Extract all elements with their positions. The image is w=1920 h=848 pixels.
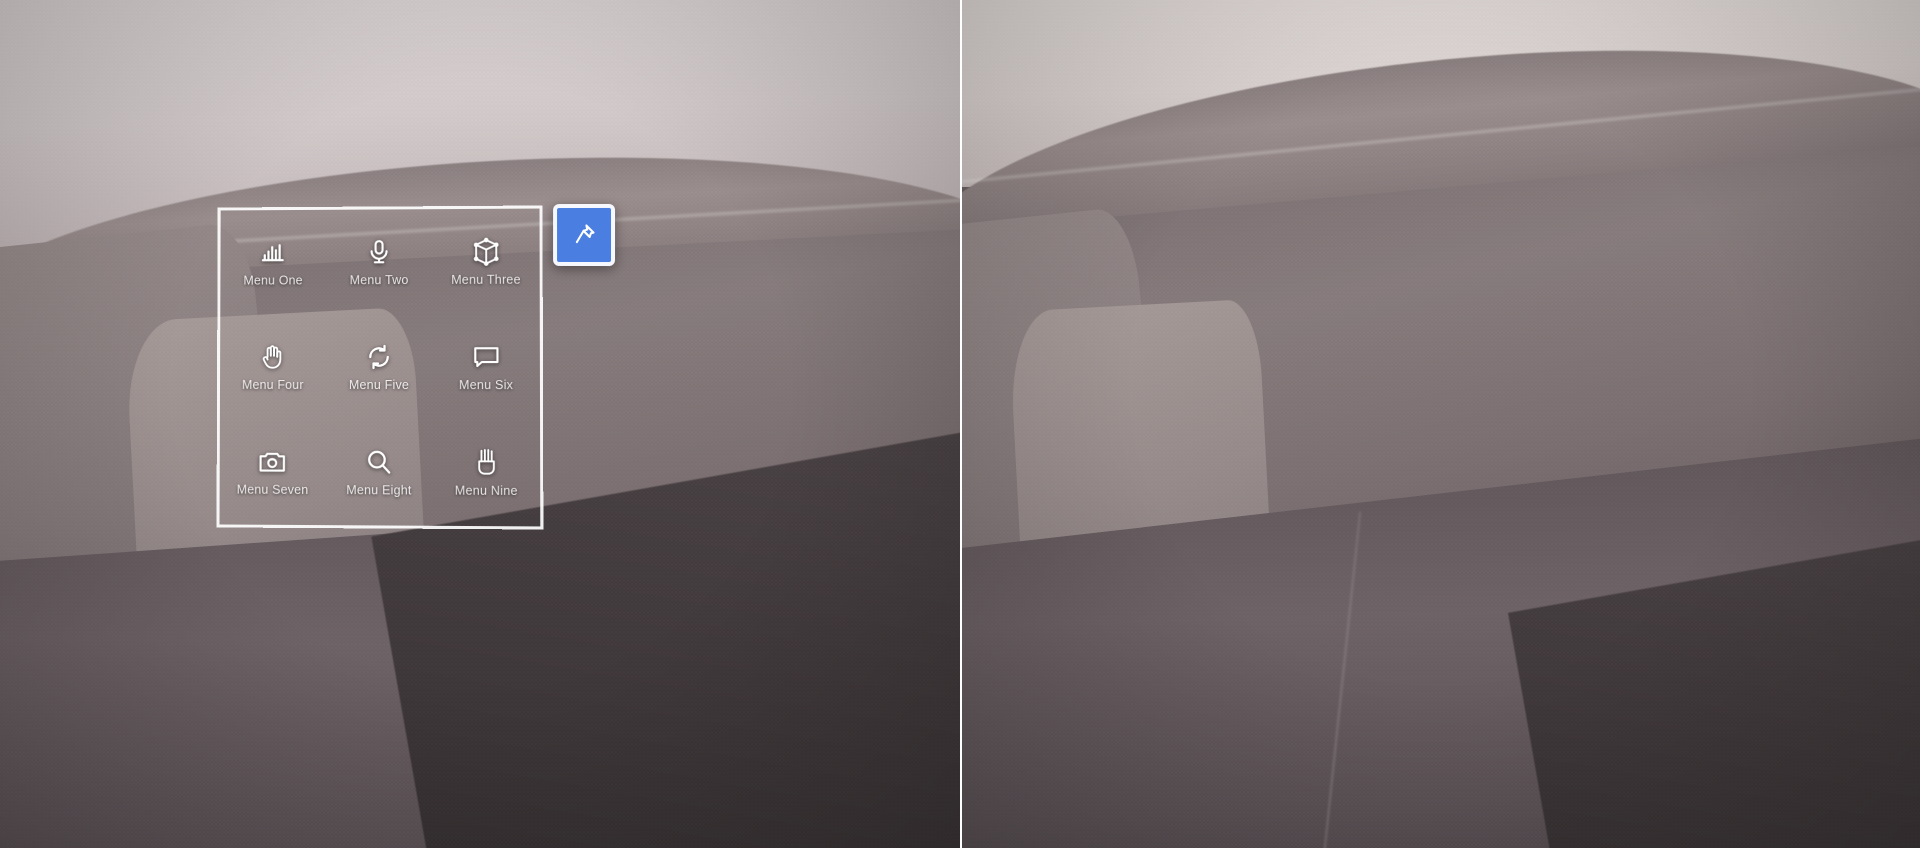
pane-transparent: Menu One Menu Two Menu Three Menu Four M… xyxy=(0,0,960,848)
holographic-menu-panel-transparent[interactable]: Menu One Menu Two Menu Three Menu Four M… xyxy=(216,205,544,530)
menu-item-label: Menu Nine xyxy=(454,483,518,499)
menu-item-three[interactable]: Menu Three xyxy=(432,209,539,315)
comparison-divider xyxy=(960,0,962,848)
menu-item-four[interactable]: Menu Four xyxy=(220,314,326,419)
menu-item-five[interactable]: Menu Five xyxy=(326,314,433,420)
refresh-sync-icon xyxy=(364,342,394,372)
scene-background-right xyxy=(960,0,1920,848)
menu-item-seven[interactable]: Menu Seven xyxy=(220,419,326,525)
bar-chart-icon xyxy=(258,237,288,267)
pane-opaque: Menu One Menu Two xyxy=(960,0,1920,848)
comparison-root: Menu One Menu Two Menu Three Menu Four M… xyxy=(0,0,1920,848)
menu-item-eight[interactable]: Menu Eight xyxy=(326,420,433,526)
menu-item-label: Menu One xyxy=(243,273,303,288)
menu-item-two[interactable]: Menu Two xyxy=(326,209,432,314)
menu-item-six[interactable]: Menu Six xyxy=(432,314,540,420)
search-magnifier-icon xyxy=(364,447,394,477)
pin-icon xyxy=(571,222,597,248)
hand-fingers-icon xyxy=(471,448,501,478)
menu-item-label: Menu Seven xyxy=(236,482,309,498)
menu-item-label: Menu Three xyxy=(451,272,521,287)
cube-3d-icon xyxy=(471,236,501,266)
pin-button[interactable] xyxy=(553,203,616,267)
menu-item-label: Menu Five xyxy=(348,377,410,393)
menu-item-one[interactable]: Menu One xyxy=(220,210,326,315)
speech-bubble-icon xyxy=(471,342,501,372)
menu-item-label: Menu Eight xyxy=(346,483,412,498)
menu-item-label: Menu Four xyxy=(241,377,304,392)
hand-stop-icon xyxy=(258,342,288,372)
camera-icon xyxy=(258,447,288,477)
microphone-icon xyxy=(364,237,394,267)
menu-item-nine[interactable]: Menu Nine xyxy=(432,420,540,527)
menu-item-label: Menu Six xyxy=(459,378,514,393)
menu-item-label: Menu Two xyxy=(349,272,409,287)
